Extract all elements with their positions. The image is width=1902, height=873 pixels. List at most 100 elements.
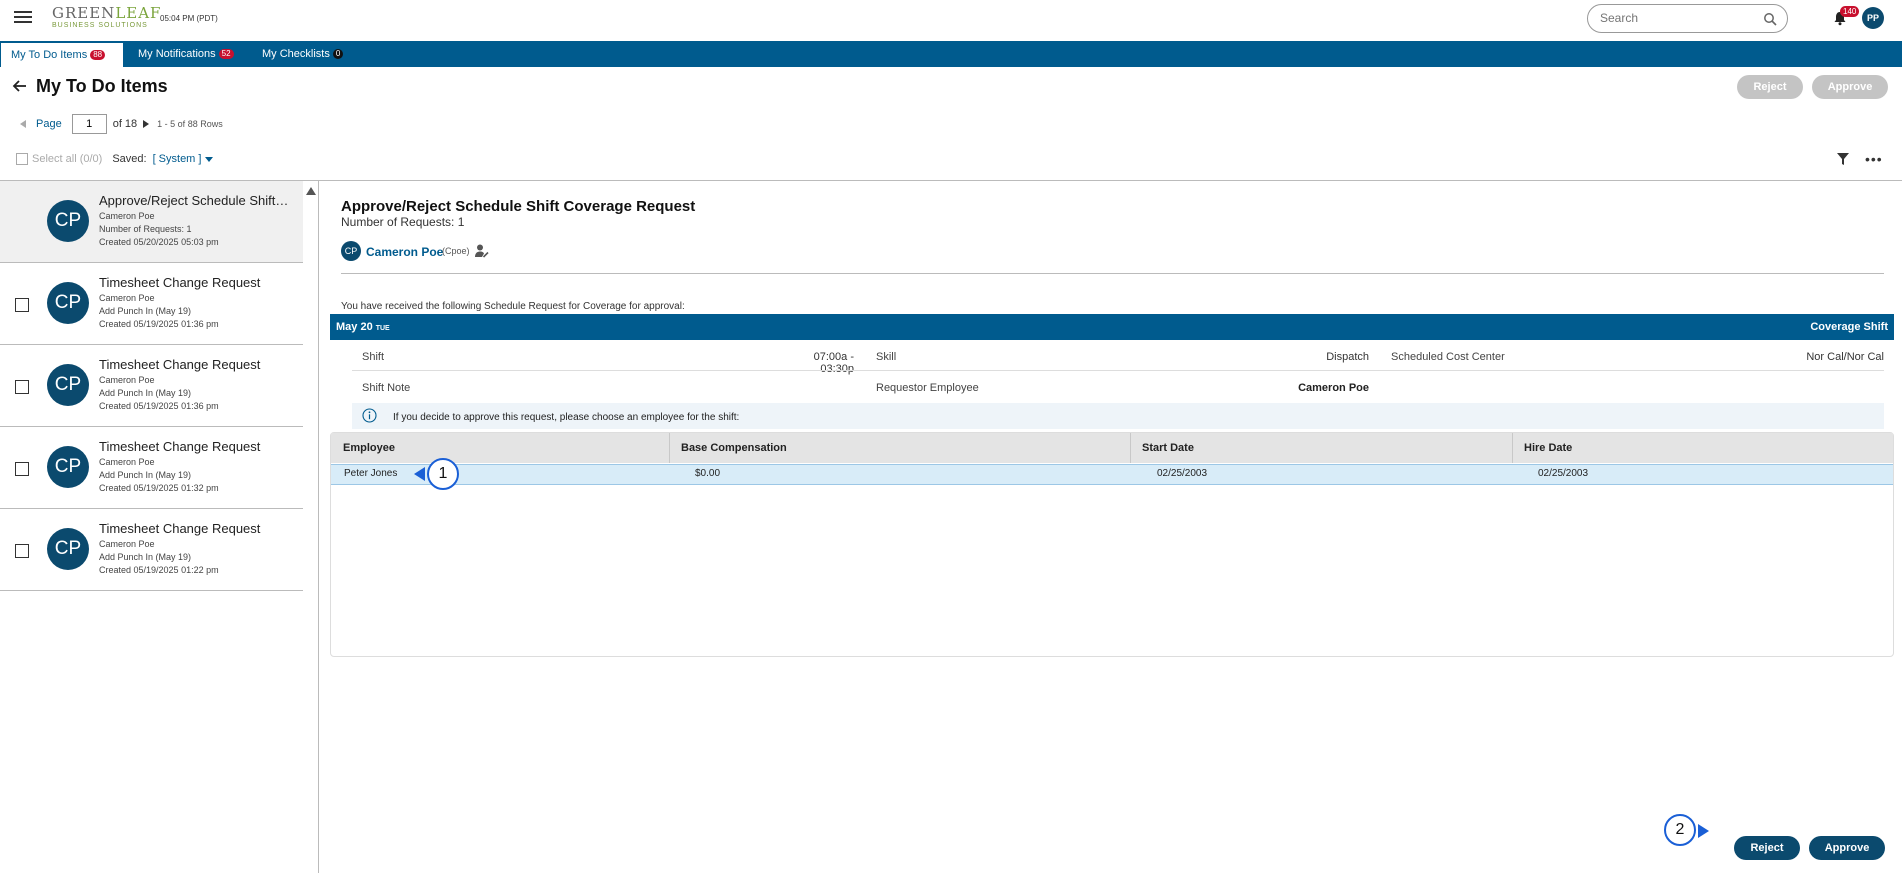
list-item-created: Created 05/19/2025 01:22 pm xyxy=(99,565,219,575)
search-box[interactable] xyxy=(1587,4,1788,33)
chevron-down-icon[interactable] xyxy=(205,156,214,162)
list-item-person: Cameron Poe xyxy=(99,457,155,467)
avatar: CP xyxy=(47,528,89,570)
user-avatar[interactable]: PP xyxy=(1862,7,1884,29)
list-item-title: Timesheet Change Request xyxy=(99,357,261,372)
shift-date: May 20 xyxy=(336,321,373,333)
requester-username: (Cpoe) xyxy=(442,246,470,256)
list-item[interactable]: CP Timesheet Change Request Cameron Poe … xyxy=(0,345,303,427)
received-text: You have received the following Schedule… xyxy=(341,301,685,312)
info-text: If you decide to approve this request, p… xyxy=(393,412,740,423)
avatar: CP xyxy=(47,200,89,242)
list-item-title: Timesheet Change Request xyxy=(99,275,261,290)
list-item-person: Cameron Poe xyxy=(99,375,155,385)
tab-label: My Notifications xyxy=(138,48,216,60)
previous-page-icon[interactable] xyxy=(20,120,26,128)
page-title: My To Do Items xyxy=(36,76,168,96)
column-separator[interactable] xyxy=(669,433,670,463)
column-header-hire-date[interactable]: Hire Date xyxy=(1524,442,1572,454)
list-item-title: Timesheet Change Request xyxy=(99,521,261,536)
skill-label: Skill xyxy=(876,351,897,363)
table-row[interactable]: Peter Jones $0.00 02/25/2003 02/25/2003 xyxy=(331,464,1893,485)
page-number-input[interactable] xyxy=(71,114,107,134)
list-item-created: Created 05/19/2025 01:32 pm xyxy=(99,483,219,493)
list-item-checkbox[interactable] xyxy=(15,298,29,312)
tab-count-badge: 52 xyxy=(218,49,234,59)
pager: Page of 18 1 - 5 of 88 Rows xyxy=(20,114,223,134)
panel-divider xyxy=(318,181,319,873)
tab-my-to-do-items[interactable]: My To Do Items 88 xyxy=(1,41,123,67)
list-item-created: Created 05/19/2025 01:36 pm xyxy=(99,401,219,411)
logo-text: GREEN xyxy=(52,4,116,22)
user-edit-icon[interactable] xyxy=(474,243,490,259)
list-item[interactable]: CP Timesheet Change Request Cameron Poe … xyxy=(0,263,303,345)
list-item[interactable]: CP Timesheet Change Request Cameron Poe … xyxy=(0,509,303,591)
callout-pointer xyxy=(1698,824,1709,838)
tab-label: My Checklists xyxy=(262,48,330,60)
more-options-icon[interactable]: ••• xyxy=(1865,152,1883,166)
next-page-icon[interactable] xyxy=(143,120,150,128)
logo-subtitle: BUSINESS SOLUTIONS xyxy=(52,22,148,29)
cell-employee: Peter Jones xyxy=(344,468,398,479)
employee-grid: Employee Base Compensation Start Date Hi… xyxy=(330,432,1894,657)
column-separator[interactable] xyxy=(1130,433,1131,463)
column-header-base-compensation[interactable]: Base Compensation xyxy=(681,442,787,454)
detail-title: Approve/Reject Schedule Shift Coverage R… xyxy=(341,198,696,215)
column-separator[interactable] xyxy=(1512,433,1513,463)
reject-button[interactable]: Reject xyxy=(1734,836,1800,860)
selection-bar: Select all (0/0) Saved: [ System ] xyxy=(16,153,214,165)
tab-my-checklists[interactable]: My Checklists 0 xyxy=(252,41,353,67)
coverage-shift-label: Coverage Shift xyxy=(1810,321,1888,333)
scroll-up-arrow[interactable] xyxy=(306,187,316,195)
tab-count-badge: 0 xyxy=(332,49,344,59)
saved-view-dropdown[interactable]: [ System ] xyxy=(153,153,202,165)
avatar: CP xyxy=(47,282,89,324)
logo-leaf-text: LEAF xyxy=(115,4,162,22)
avatar: CP xyxy=(47,446,89,488)
hamburger-menu-icon[interactable] xyxy=(14,8,32,26)
grid-header: Employee Base Compensation Start Date Hi… xyxy=(331,433,1893,463)
requester-name-link[interactable]: Cameron Poe xyxy=(366,245,443,259)
avatar: CP xyxy=(47,364,89,406)
shift-note-label: Shift Note xyxy=(362,382,411,394)
list-item-created: Created 05/20/2025 05:03 pm xyxy=(99,237,219,247)
info-icon xyxy=(362,408,377,423)
search-input[interactable] xyxy=(1600,11,1760,25)
requester-avatar: CP xyxy=(341,241,361,261)
search-icon[interactable] xyxy=(1763,12,1777,26)
approve-button[interactable]: Approve xyxy=(1809,836,1885,860)
header-approve-button[interactable]: Approve xyxy=(1812,75,1888,99)
cell-start-date: 02/25/2003 xyxy=(1157,468,1208,479)
callout-marker: 1 xyxy=(427,458,459,490)
list-item-detail: Add Punch In (May 19) xyxy=(99,388,192,398)
list-item-title: Approve/Reject Schedule Shift ... xyxy=(99,193,289,208)
column-header-start-date[interactable]: Start Date xyxy=(1142,442,1194,454)
list-item[interactable]: CP Approve/Reject Schedule Shift ... Cam… xyxy=(0,181,303,263)
back-arrow-icon[interactable] xyxy=(12,78,28,94)
header-reject-button[interactable]: Reject xyxy=(1737,75,1803,99)
list-item-checkbox[interactable] xyxy=(15,544,29,558)
rows-info: 1 - 5 of 88 Rows xyxy=(157,119,223,129)
list-item-checkbox[interactable] xyxy=(15,380,29,394)
list-item-detail: Add Punch In (May 19) xyxy=(99,552,192,562)
list-item-checkbox[interactable] xyxy=(15,462,29,476)
page-label: Page xyxy=(36,118,62,130)
filter-icon[interactable] xyxy=(1837,153,1849,165)
divider xyxy=(352,370,1884,371)
shift-value: 07:00a - 03:30p xyxy=(813,351,854,375)
to-do-list: CP Approve/Reject Schedule Shift ... Cam… xyxy=(0,181,303,873)
callout-pointer xyxy=(414,467,425,481)
cell-base-compensation: $0.00 xyxy=(695,468,721,479)
notification-count-badge: 140 xyxy=(1840,6,1860,17)
select-all-checkbox[interactable] xyxy=(16,153,28,165)
current-time: 05:04 PM (PDT) xyxy=(160,14,218,23)
list-item[interactable]: CP Timesheet Change Request Cameron Poe … xyxy=(0,427,303,509)
cell-hire-date: 02/25/2003 xyxy=(1538,468,1589,479)
list-item-detail: Add Punch In (May 19) xyxy=(99,470,192,480)
list-item-person: Cameron Poe xyxy=(99,539,155,549)
column-header-employee[interactable]: Employee xyxy=(343,442,395,454)
list-item-person: Cameron Poe xyxy=(99,293,155,303)
tab-my-notifications[interactable]: My Notifications 52 xyxy=(128,41,244,67)
list-item-created: Created 05/19/2025 01:36 pm xyxy=(99,319,219,329)
company-logo[interactable]: GREENLEAF BUSINESS SOLUTIONS xyxy=(52,4,162,30)
